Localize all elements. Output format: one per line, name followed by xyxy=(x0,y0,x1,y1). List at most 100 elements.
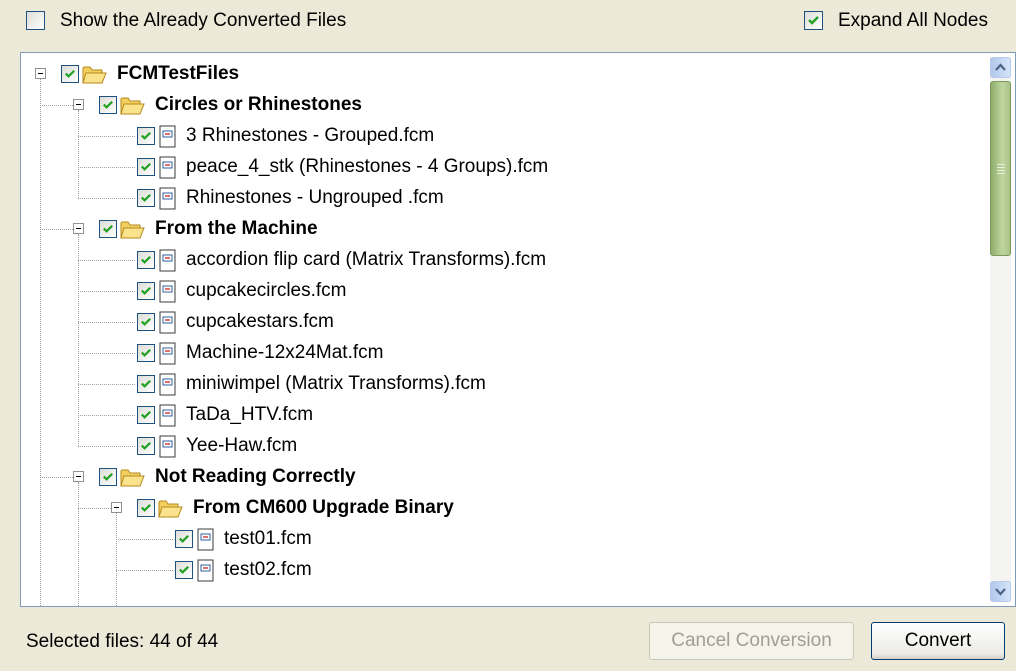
checkmark-icon xyxy=(141,317,151,326)
tree-node-label: test01.fcm xyxy=(224,528,312,549)
tree-file-accordion-flip-card-matrix-transforms-fcm[interactable]: accordion flip card (Matrix Transforms).… xyxy=(21,245,971,275)
tree-node-label: accordion flip card (Matrix Transforms).… xyxy=(186,249,547,270)
checkmark-icon xyxy=(65,69,75,78)
fcm-file-icon xyxy=(158,156,178,186)
scroll-down-button[interactable] xyxy=(990,581,1011,602)
tree-file-rhinestones-ungrouped-fcm[interactable]: Rhinestones - Ungrouped .fcm xyxy=(21,183,971,213)
tree-file-peace-4-stk-rhinestones-4-groups-fcm[interactable]: peace_4_stk (Rhinestones - 4 Groups).fcm xyxy=(21,152,971,182)
tree-node-label: Machine-12x24Mat.fcm xyxy=(186,342,384,363)
tree-file-tada-htv-fcm[interactable]: TaDa_HTV.fcm xyxy=(21,400,971,430)
tree-node-label: TaDa_HTV.fcm xyxy=(186,404,314,425)
node-checkbox[interactable] xyxy=(175,530,193,548)
convert-button[interactable]: Convert xyxy=(871,622,1005,660)
fcm-file-icon xyxy=(158,373,178,403)
node-checkbox[interactable] xyxy=(137,437,155,455)
expand-all-checkbox[interactable] xyxy=(804,11,823,30)
scroll-up-button[interactable] xyxy=(990,57,1011,78)
fcm-file-icon xyxy=(158,311,178,341)
checkmark-icon xyxy=(179,534,189,543)
show-converted-label: Show the Already Converted Files xyxy=(60,10,347,31)
fcm-file-icon xyxy=(158,342,178,372)
tree-node-label: Yee-Haw.fcm xyxy=(186,435,298,456)
node-checkbox[interactable] xyxy=(137,189,155,207)
node-checkbox[interactable] xyxy=(137,406,155,424)
chevron-down-icon xyxy=(995,588,1006,596)
tree-folder-circles-or-rhinestones[interactable]: Circles or Rhinestones xyxy=(21,90,971,120)
tree-node-label: test02.fcm xyxy=(224,559,312,580)
chevron-up-icon xyxy=(995,63,1006,71)
selected-files-status: Selected files: 44 of 44 xyxy=(26,631,219,652)
tree-folder-from-cm600-upgrade-binary[interactable]: From CM600 Upgrade Binary xyxy=(21,493,971,523)
collapse-expander-icon[interactable] xyxy=(73,471,84,482)
checkmark-icon xyxy=(141,379,151,388)
fcm-file-icon xyxy=(158,404,178,434)
tree-file-cupcakestars-fcm[interactable]: cupcakestars.fcm xyxy=(21,307,971,337)
checkmark-icon xyxy=(141,131,151,140)
checkmark-icon xyxy=(103,472,113,481)
tree-node-label: FCMTestFiles xyxy=(117,63,240,84)
fcm-file-icon xyxy=(196,559,216,589)
open-folder-icon xyxy=(120,466,146,494)
node-checkbox[interactable] xyxy=(137,158,155,176)
fcm-file-icon xyxy=(158,435,178,465)
tree-node-label: 3 Rhinestones - Grouped.fcm xyxy=(186,125,435,146)
tree-file-test01-fcm[interactable]: test01.fcm xyxy=(21,524,971,554)
tree-folder-not-reading-correctly[interactable]: Not Reading Correctly xyxy=(21,462,971,492)
tree-file-yee-haw-fcm[interactable]: Yee-Haw.fcm xyxy=(21,431,971,461)
tree-file-miniwimpel-matrix-transforms-fcm[interactable]: miniwimpel (Matrix Transforms).fcm xyxy=(21,369,971,399)
node-checkbox[interactable] xyxy=(137,344,155,362)
file-tree[interactable]: FCMTestFiles Circles or Rhinestones 3 Rhin… xyxy=(20,52,1016,607)
tree-folder-fcmtestfiles[interactable]: FCMTestFiles xyxy=(21,59,971,89)
tree-file-3-rhinestones-grouped-fcm[interactable]: 3 Rhinestones - Grouped.fcm xyxy=(21,121,971,151)
scroll-thumb[interactable] xyxy=(990,81,1011,256)
node-checkbox[interactable] xyxy=(99,468,117,486)
node-checkbox[interactable] xyxy=(99,96,117,114)
fcm-file-icon xyxy=(196,528,216,558)
checkmark-icon xyxy=(141,441,151,450)
node-checkbox[interactable] xyxy=(137,313,155,331)
tree-file-test02-fcm[interactable]: test02.fcm xyxy=(21,555,971,585)
checkmark-icon xyxy=(141,503,151,512)
open-folder-icon xyxy=(120,94,146,122)
fcm-file-icon xyxy=(158,125,178,155)
collapse-expander-icon[interactable] xyxy=(111,502,122,513)
node-checkbox[interactable] xyxy=(61,65,79,83)
checkmark-icon xyxy=(141,410,151,419)
open-folder-icon xyxy=(158,497,184,525)
checkmark-icon xyxy=(179,565,189,574)
expand-all-label: Expand All Nodes xyxy=(838,10,988,31)
checkmark-icon xyxy=(808,16,819,25)
tree-node-label: peace_4_stk (Rhinestones - 4 Groups).fcm xyxy=(186,156,549,177)
tree-node-label: Not Reading Correctly xyxy=(155,466,356,487)
tree-node-label: From the Machine xyxy=(155,218,318,239)
checkmark-icon xyxy=(103,224,113,233)
tree-file-cupcakecircles-fcm[interactable]: cupcakecircles.fcm xyxy=(21,276,971,306)
collapse-expander-icon[interactable] xyxy=(73,99,84,110)
tree-node-label: Rhinestones - Ungrouped .fcm xyxy=(186,187,444,208)
open-folder-icon xyxy=(120,218,146,246)
node-checkbox[interactable] xyxy=(137,282,155,300)
node-checkbox[interactable] xyxy=(137,375,155,393)
checkmark-icon xyxy=(141,193,151,202)
collapse-expander-icon[interactable] xyxy=(73,223,84,234)
cancel-conversion-button[interactable]: Cancel Conversion xyxy=(649,622,854,660)
checkmark-icon xyxy=(141,286,151,295)
tree-file-machine-12x24mat-fcm[interactable]: Machine-12x24Mat.fcm xyxy=(21,338,971,368)
open-folder-icon xyxy=(82,63,108,91)
show-converted-checkbox[interactable] xyxy=(26,11,45,30)
tree-node-label: cupcakecircles.fcm xyxy=(186,280,347,301)
node-checkbox[interactable] xyxy=(137,127,155,145)
tree-node-label: miniwimpel (Matrix Transforms).fcm xyxy=(186,373,486,394)
collapse-expander-icon[interactable] xyxy=(35,68,46,79)
checkmark-icon xyxy=(141,255,151,264)
node-checkbox[interactable] xyxy=(137,499,155,517)
fcm-file-icon xyxy=(158,280,178,310)
tree-folder-from-the-machine[interactable]: From the Machine xyxy=(21,214,971,244)
checkmark-icon xyxy=(103,100,113,109)
vertical-scrollbar[interactable] xyxy=(990,57,1011,602)
fcm-file-icon xyxy=(158,249,178,279)
node-checkbox[interactable] xyxy=(99,220,117,238)
node-checkbox[interactable] xyxy=(175,561,193,579)
fcm-file-icon xyxy=(158,187,178,217)
node-checkbox[interactable] xyxy=(137,251,155,269)
